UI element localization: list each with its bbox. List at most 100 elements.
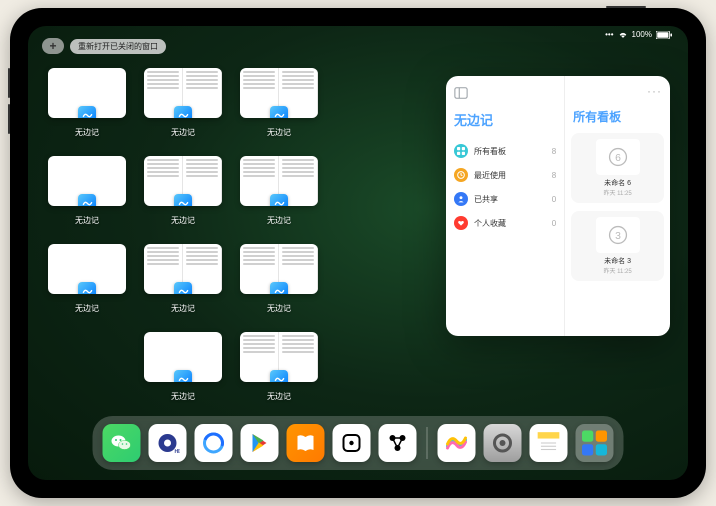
panel-title: 无边记 <box>454 110 556 129</box>
board-preview: 6 <box>596 139 640 175</box>
thumbnail-label: 无边记 <box>267 215 291 226</box>
power-button <box>606 6 646 8</box>
thumbnail-label: 无边记 <box>171 215 195 226</box>
sidebar-item-icon <box>454 168 468 182</box>
thumbnail-label: 无边记 <box>171 127 195 138</box>
freeform-app-icon <box>174 106 192 118</box>
dock-play-icon[interactable] <box>241 424 279 462</box>
dock-freeform-icon[interactable] <box>438 424 476 462</box>
sidebar-item-label: 已共享 <box>474 194 498 205</box>
dock-qqbrowser-icon[interactable] <box>195 424 233 462</box>
window-thumbnail[interactable]: 无边记 <box>144 156 222 226</box>
thumbnail-preview <box>240 156 318 206</box>
window-thumbnail[interactable]: 无边记 <box>144 244 222 314</box>
freeform-app-icon <box>270 194 288 206</box>
thumbnail-label: 无边记 <box>267 127 291 138</box>
sidebar-item-count: 8 <box>552 147 556 156</box>
screen: ••• 100% + 重新打开已关闭的窗口 无边记无边记无边记无边记无边记无边记… <box>28 26 688 480</box>
dock-nodes-icon[interactable] <box>379 424 417 462</box>
thumbnail-preview <box>48 156 126 206</box>
dock-recent-icon[interactable] <box>576 424 614 462</box>
dock-notes-icon[interactable] <box>530 424 568 462</box>
freeform-app-icon <box>174 282 192 294</box>
status-bar: ••• 100% <box>605 30 672 39</box>
thumbnail-preview <box>48 244 126 294</box>
freeform-app-icon <box>78 282 96 294</box>
freeform-app-icon <box>174 194 192 206</box>
thumbnail-label: 无边记 <box>171 391 195 402</box>
svg-text:6: 6 <box>615 153 621 164</box>
window-thumbnail[interactable]: 无边记 <box>48 244 126 314</box>
board-name: 未命名 6 <box>604 178 631 188</box>
sidebar-icon[interactable] <box>454 86 468 100</box>
dock: HD <box>93 416 624 470</box>
board-card[interactable]: 6 未命名 6昨天 11:25 <box>571 133 664 203</box>
volume-up <box>8 68 10 98</box>
sidebar-item[interactable]: 最近使用 8 <box>454 163 556 187</box>
panel-sidebar: 无边记 所有看板 8 最近使用 8 已共享 0 个人收藏 0 <box>446 76 565 336</box>
window-thumbnail[interactable]: 无边记 <box>240 332 318 402</box>
thumbnail-preview <box>144 244 222 294</box>
thumbnail-preview <box>240 244 318 294</box>
top-controls: + 重新打开已关闭的窗口 <box>42 38 166 54</box>
window-thumbnail[interactable]: 无边记 <box>48 156 126 226</box>
svg-text:HD: HD <box>175 449 180 455</box>
panel-content: ··· 所有看板 6未命名 6昨天 11:253未命名 3昨天 11:25 <box>565 76 670 336</box>
sidebar-item-label: 所有看板 <box>474 146 506 157</box>
dock-quark-icon[interactable]: HD <box>149 424 187 462</box>
window-thumbnail[interactable]: 无边记 <box>144 68 222 138</box>
freeform-app-icon <box>78 106 96 118</box>
volume-down <box>8 104 10 134</box>
plus-icon: + <box>49 39 56 53</box>
sidebar-item-count: 8 <box>552 171 556 180</box>
board-preview: 3 <box>596 217 640 253</box>
sidebar-item-label: 个人收藏 <box>474 218 506 229</box>
board-subtitle: 昨天 11:25 <box>603 266 631 275</box>
sidebar-item-label: 最近使用 <box>474 170 506 181</box>
battery-percent: 100% <box>632 30 652 39</box>
wifi-icon <box>618 31 628 39</box>
dock-books-icon[interactable] <box>287 424 325 462</box>
signal-indicator: ••• <box>605 30 613 39</box>
board-card[interactable]: 3未命名 3昨天 11:25 <box>571 211 664 281</box>
add-window-button[interactable]: + <box>42 38 64 54</box>
sidebar-item-count: 0 <box>552 195 556 204</box>
window-thumbnail[interactable]: 无边记 <box>240 244 318 314</box>
thumbnail-preview <box>240 332 318 382</box>
freeform-app-icon <box>174 370 192 382</box>
window-grid: 无边记无边记无边记无边记无边记无边记无边记无边记无边记无边记无边记 <box>48 68 414 402</box>
window-thumbnail[interactable]: 无边记 <box>48 68 126 138</box>
freeform-app-icon <box>78 194 96 206</box>
dock-dice-icon[interactable] <box>333 424 371 462</box>
freeform-app-icon <box>270 282 288 294</box>
thumbnail-preview <box>144 68 222 118</box>
sidebar-item-icon <box>454 144 468 158</box>
dock-wechat-icon[interactable] <box>103 424 141 462</box>
window-thumbnail[interactable]: 无边记 <box>144 332 222 402</box>
window-thumbnail[interactable]: 无边记 <box>240 68 318 138</box>
sidebar-item-count: 0 <box>552 219 556 228</box>
window-thumbnail[interactable]: 无边记 <box>240 156 318 226</box>
thumbnail-preview <box>48 68 126 118</box>
panel-right-title: 所有看板 <box>573 108 664 125</box>
battery-icon <box>656 31 672 39</box>
sidebar-item-icon <box>454 192 468 206</box>
thumbnail-label: 无边记 <box>267 391 291 402</box>
freeform-panel[interactable]: 无边记 所有看板8最近使用8已共享0个人收藏0 ··· 所有看板 6未命名 6昨… <box>446 76 670 336</box>
sidebar-item[interactable]: 所有看板 8 <box>454 139 556 163</box>
sidebar-item-icon <box>454 216 468 230</box>
thumbnail-label: 无边记 <box>75 127 99 138</box>
reopen-closed-window-button[interactable]: 重新打开已关闭的窗口 <box>70 39 166 54</box>
thumbnail-label: 无边记 <box>75 215 99 226</box>
board-subtitle: 昨天 11:25 <box>603 188 631 197</box>
svg-text:3: 3 <box>615 231 621 242</box>
freeform-app-icon <box>270 106 288 118</box>
dock-separator <box>427 427 428 459</box>
freeform-app-icon <box>270 370 288 382</box>
dock-settings-icon[interactable] <box>484 424 522 462</box>
thumbnail-label: 无边记 <box>171 303 195 314</box>
sidebar-item[interactable]: 个人收藏 0 <box>454 211 556 235</box>
sidebar-item[interactable]: 已共享 0 <box>454 187 556 211</box>
thumbnail-preview <box>144 156 222 206</box>
more-button[interactable]: ··· <box>647 84 662 98</box>
